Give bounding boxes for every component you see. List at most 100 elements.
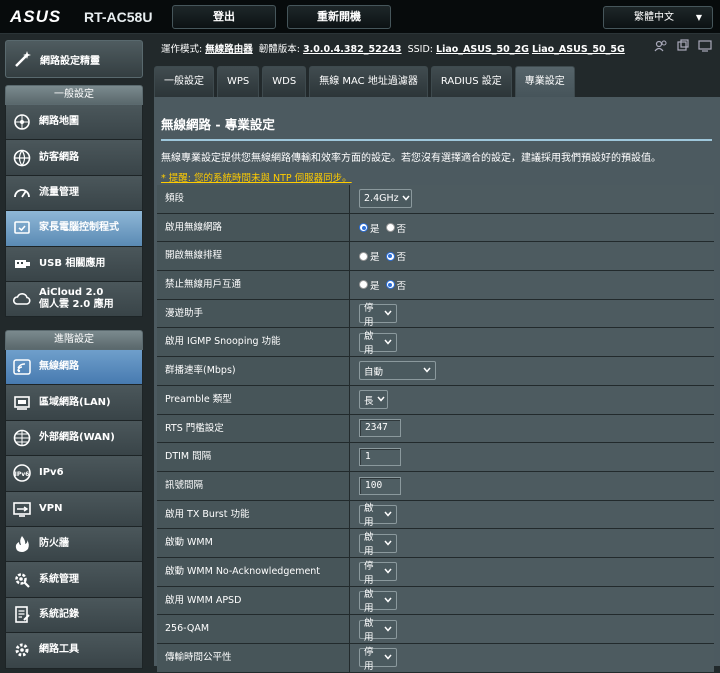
chevron-down-icon	[384, 653, 392, 662]
setting-label: 啟用 TX Burst 功能	[157, 500, 350, 529]
sidebar-item-administration[interactable]: 系統管理	[5, 562, 143, 598]
setting-select[interactable]: 停用	[359, 647, 397, 672]
radio-yes[interactable]: 是	[359, 278, 380, 292]
tab-4[interactable]: RADIUS 設定	[430, 66, 512, 97]
status-bar: 運作模式: 無線路由器 韌體版本: 3.0.0.4.382_52243 SSID…	[161, 41, 625, 55]
sidebar-item-label: 流量管理	[39, 186, 79, 198]
sidebar-item-traffic-manager[interactable]: 流量管理	[5, 175, 143, 212]
sidebar-item-vpn[interactable]: VPN	[5, 491, 143, 527]
language-select[interactable]: 繁體中文 ▼	[603, 6, 713, 29]
sidebar-item-usb[interactable]: USB 相關應用	[5, 246, 143, 282]
settings-row: 傳輸時間公平性 停用	[157, 644, 714, 673]
radio-circle[interactable]	[359, 251, 368, 261]
sidebar-item-system-log[interactable]: 系統記錄	[5, 597, 143, 634]
setting-select[interactable]: 啟用	[359, 618, 397, 643]
vpn-icon	[11, 498, 33, 520]
setting-select[interactable]: 啟用	[359, 589, 397, 614]
radio-no[interactable]: 否	[385, 249, 407, 264]
setting-label: 啟用 WMM APSD	[157, 586, 350, 615]
tab-5[interactable]: 專業設定	[514, 66, 575, 97]
sidebar-item-network-map[interactable]: 網路地圖	[5, 105, 143, 141]
setting-label: 啟動 WMM	[157, 529, 350, 557]
sidebar-item-wan-globe[interactable]: 外部網路(WAN)	[5, 420, 143, 457]
settings-panel: 無線網路 - 專業設定 無線專業設定提供您無線網路傳輸和效率方面的設定。若您沒有…	[154, 97, 720, 673]
usb-status-icon[interactable]	[676, 39, 690, 53]
radio-yes[interactable]: 是	[359, 249, 380, 263]
main-content: 運作模式: 無線路由器 韌體版本: 3.0.0.4.382_52243 SSID…	[148, 34, 720, 673]
tab-bar: 一般設定 WPS WDS 無線 MAC 地址過濾器 RADIUS 設定 專業設定	[154, 66, 575, 97]
setting-select[interactable]: 自動	[359, 361, 436, 381]
administration-icon	[11, 569, 33, 591]
radio-circle[interactable]	[385, 251, 395, 261]
ssid-2g-link[interactable]: Liao_ASUS_50_2G	[436, 44, 529, 55]
radio-circle[interactable]	[385, 280, 395, 290]
page-description: 無線專業設定提供您無線網路傳輸和效率方面的設定。若您沒有選擇適合的設定，建議採用…	[161, 153, 661, 164]
parental-control-icon	[11, 217, 33, 239]
sidebar-item-cloud[interactable]: AiCloud 2.0 個人雲 2.0 應用	[5, 281, 143, 318]
radio-circle[interactable]	[359, 223, 368, 233]
radio-circle[interactable]	[385, 223, 395, 233]
chevron-down-icon	[384, 309, 392, 318]
sidebar-item-label: 系統管理	[39, 573, 79, 585]
mode-label: 運作模式:	[161, 44, 203, 55]
setting-label: 漫遊助手	[157, 299, 350, 328]
mode-value-link[interactable]: 無線路由器	[205, 44, 253, 55]
setting-value-cell: 是否	[350, 242, 714, 271]
select-value: 停用	[364, 646, 374, 672]
clients-icon[interactable]	[654, 39, 668, 53]
setting-select[interactable]: 2.4GHz	[359, 189, 412, 209]
settings-row: 啟用 IGMP Snooping 功能 啟用	[157, 328, 714, 358]
radio-circle[interactable]	[359, 280, 368, 290]
ntp-warning-link[interactable]: * 提醒: 您的系統時間未與 NTP 伺服器同步。	[161, 170, 352, 184]
tab-2[interactable]: WDS	[262, 66, 307, 97]
tab-1[interactable]: WPS	[217, 66, 260, 97]
setting-label: 禁止無線用戶互通	[157, 271, 350, 299]
sidebar-item-ipv6[interactable]: IPv6 IPv6	[5, 456, 143, 492]
radio-no[interactable]: 否	[385, 278, 407, 292]
setting-select[interactable]: 停用	[359, 561, 397, 586]
logout-button[interactable]: 登出	[172, 5, 276, 29]
settings-row: Preamble 類型 長	[157, 385, 714, 415]
setting-select[interactable]: 長	[359, 390, 388, 410]
tab-0[interactable]: 一般設定	[154, 66, 214, 97]
sidebar-item-wireless[interactable]: 無線網路	[5, 350, 143, 386]
sidebar-item-parental-control[interactable]: 家長電腦控制程式	[5, 211, 143, 247]
firmware-value-link[interactable]: 3.0.0.4.382_52243	[303, 44, 402, 55]
setting-label: 啟用無線網路	[157, 213, 350, 242]
settings-row: 256-QAM 啟用	[157, 615, 714, 644]
reboot-button[interactable]: 重新開機	[287, 5, 391, 29]
setting-input[interactable]: 100	[359, 476, 401, 495]
setting-select[interactable]: 啟用	[359, 331, 397, 356]
setting-select[interactable]: 啟用	[359, 503, 397, 528]
quick-setup-button[interactable]: 網路設定精靈	[5, 40, 143, 78]
chevron-down-icon	[384, 510, 392, 519]
setting-value-cell: 啟用	[350, 615, 714, 643]
sidebar-item-network-tools[interactable]: 網路工具	[5, 633, 143, 669]
wan-globe-icon	[11, 427, 33, 449]
tab-3[interactable]: 無線 MAC 地址過濾器	[309, 66, 428, 97]
sidebar: 網路設定精靈 一般設定 網路地圖 訪客網路 流量管理 家長電腦控制程式 USB 相關應用…	[0, 34, 148, 669]
settings-row: 群播速率(Mbps) 自動	[157, 357, 714, 386]
sidebar-item-guest-network[interactable]: 訪客網路	[5, 140, 143, 176]
quick-setup-label: 網路設定精靈	[40, 55, 100, 67]
sidebar-item-lan[interactable]: 區域網路(LAN)	[5, 385, 143, 421]
radio-label: 是	[370, 252, 380, 264]
chevron-down-icon	[376, 395, 385, 404]
setting-input[interactable]: 2347	[359, 419, 401, 438]
chevron-down-icon	[384, 567, 392, 576]
settings-row: 頻段 2.4GHz	[157, 185, 714, 214]
system-log-icon	[11, 604, 33, 626]
radio-yes[interactable]: 是	[359, 221, 380, 235]
radio-label: 否	[396, 252, 407, 264]
ssid-5g-link[interactable]: Liao_ASUS_50_5G	[532, 44, 625, 55]
setting-label: 啟動 WMM No-Acknowledgement	[157, 557, 350, 586]
radio-label: 否	[396, 280, 407, 292]
settings-row: 啟用無線網路是否	[157, 213, 714, 243]
sidebar-item-firewall[interactable]: 防火牆	[5, 526, 143, 563]
setting-select[interactable]: 停用	[359, 303, 397, 328]
setting-select[interactable]: 啟用	[359, 532, 397, 557]
internet-status-icon[interactable]	[698, 39, 712, 53]
radio-no[interactable]: 否	[385, 221, 406, 235]
setting-input[interactable]: 1	[359, 448, 401, 467]
setting-value-cell: 停用	[350, 557, 714, 586]
